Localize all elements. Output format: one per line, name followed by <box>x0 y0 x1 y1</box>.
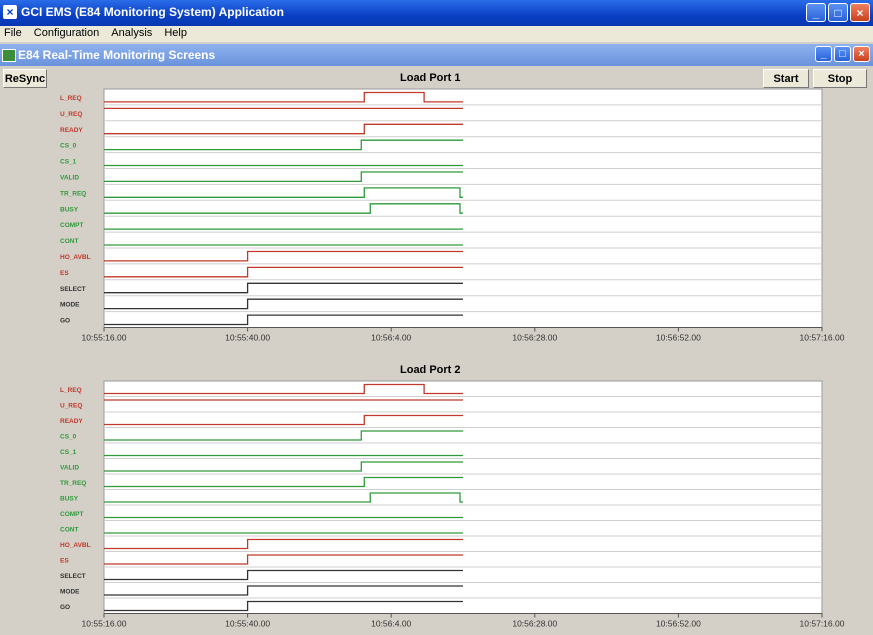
signal-label: HO_AVBL <box>60 542 91 549</box>
signal-label: L_REQ <box>60 95 82 102</box>
signal-label: ES <box>60 557 69 564</box>
signal-label: TR_REQ <box>60 190 86 197</box>
signal-label: CS_1 <box>60 449 77 456</box>
time-tick-label: 10:55:16.00 <box>82 333 127 343</box>
timing-charts: L_REQ U_REQ READY CS_0 CS_1 VALID TR_REQ BUSY CO… <box>60 88 845 629</box>
time-tick-label: 10:57:16.00 <box>800 619 845 629</box>
signal-label: BUSY <box>60 206 79 213</box>
signal-label: CONT <box>60 238 78 245</box>
signal-label: CONT <box>60 526 78 533</box>
signal-label: COMPT <box>60 511 84 518</box>
signal-label: VALID <box>60 464 79 471</box>
signal-label: CS_1 <box>60 159 77 166</box>
time-tick-label: 10:55:40.00 <box>225 619 270 629</box>
signal-label: L_REQ <box>60 387 82 394</box>
signal-label: VALID <box>60 174 79 181</box>
time-tick-label: 10:57:16.00 <box>800 333 845 343</box>
signal-label: TR_REQ <box>60 480 86 487</box>
time-tick-label: 10:56:28.00 <box>512 619 557 629</box>
time-tick-label: 10:55:40.00 <box>225 333 270 343</box>
time-tick-label: 10:56:28.00 <box>512 333 557 343</box>
time-tick-label: 10:55:16.00 <box>82 619 127 629</box>
signal-label: MODE <box>60 588 80 595</box>
signal-label: READY <box>60 127 83 134</box>
signal-label: SELECT <box>60 573 86 580</box>
signal-label: ES <box>60 270 69 277</box>
time-tick-label: 10:56:52.00 <box>656 619 701 629</box>
signal-label: READY <box>60 418 83 425</box>
signal-label: CS_0 <box>60 433 77 440</box>
signal-label: SELECT <box>60 286 86 293</box>
signal-label: GO <box>60 318 70 325</box>
time-tick-label: 10:56:4.00 <box>371 333 411 343</box>
signal-label: CS_0 <box>60 143 77 150</box>
time-tick-label: 10:56:4.00 <box>371 619 411 629</box>
signal-label: HO_AVBL <box>60 254 91 261</box>
signal-label: U_REQ <box>60 111 82 118</box>
signal-label: U_REQ <box>60 402 82 409</box>
signal-label: BUSY <box>60 495 79 502</box>
signal-label: MODE <box>60 302 80 309</box>
signal-label: COMPT <box>60 222 84 229</box>
time-tick-label: 10:56:52.00 <box>656 333 701 343</box>
signal-label: GO <box>60 604 70 611</box>
